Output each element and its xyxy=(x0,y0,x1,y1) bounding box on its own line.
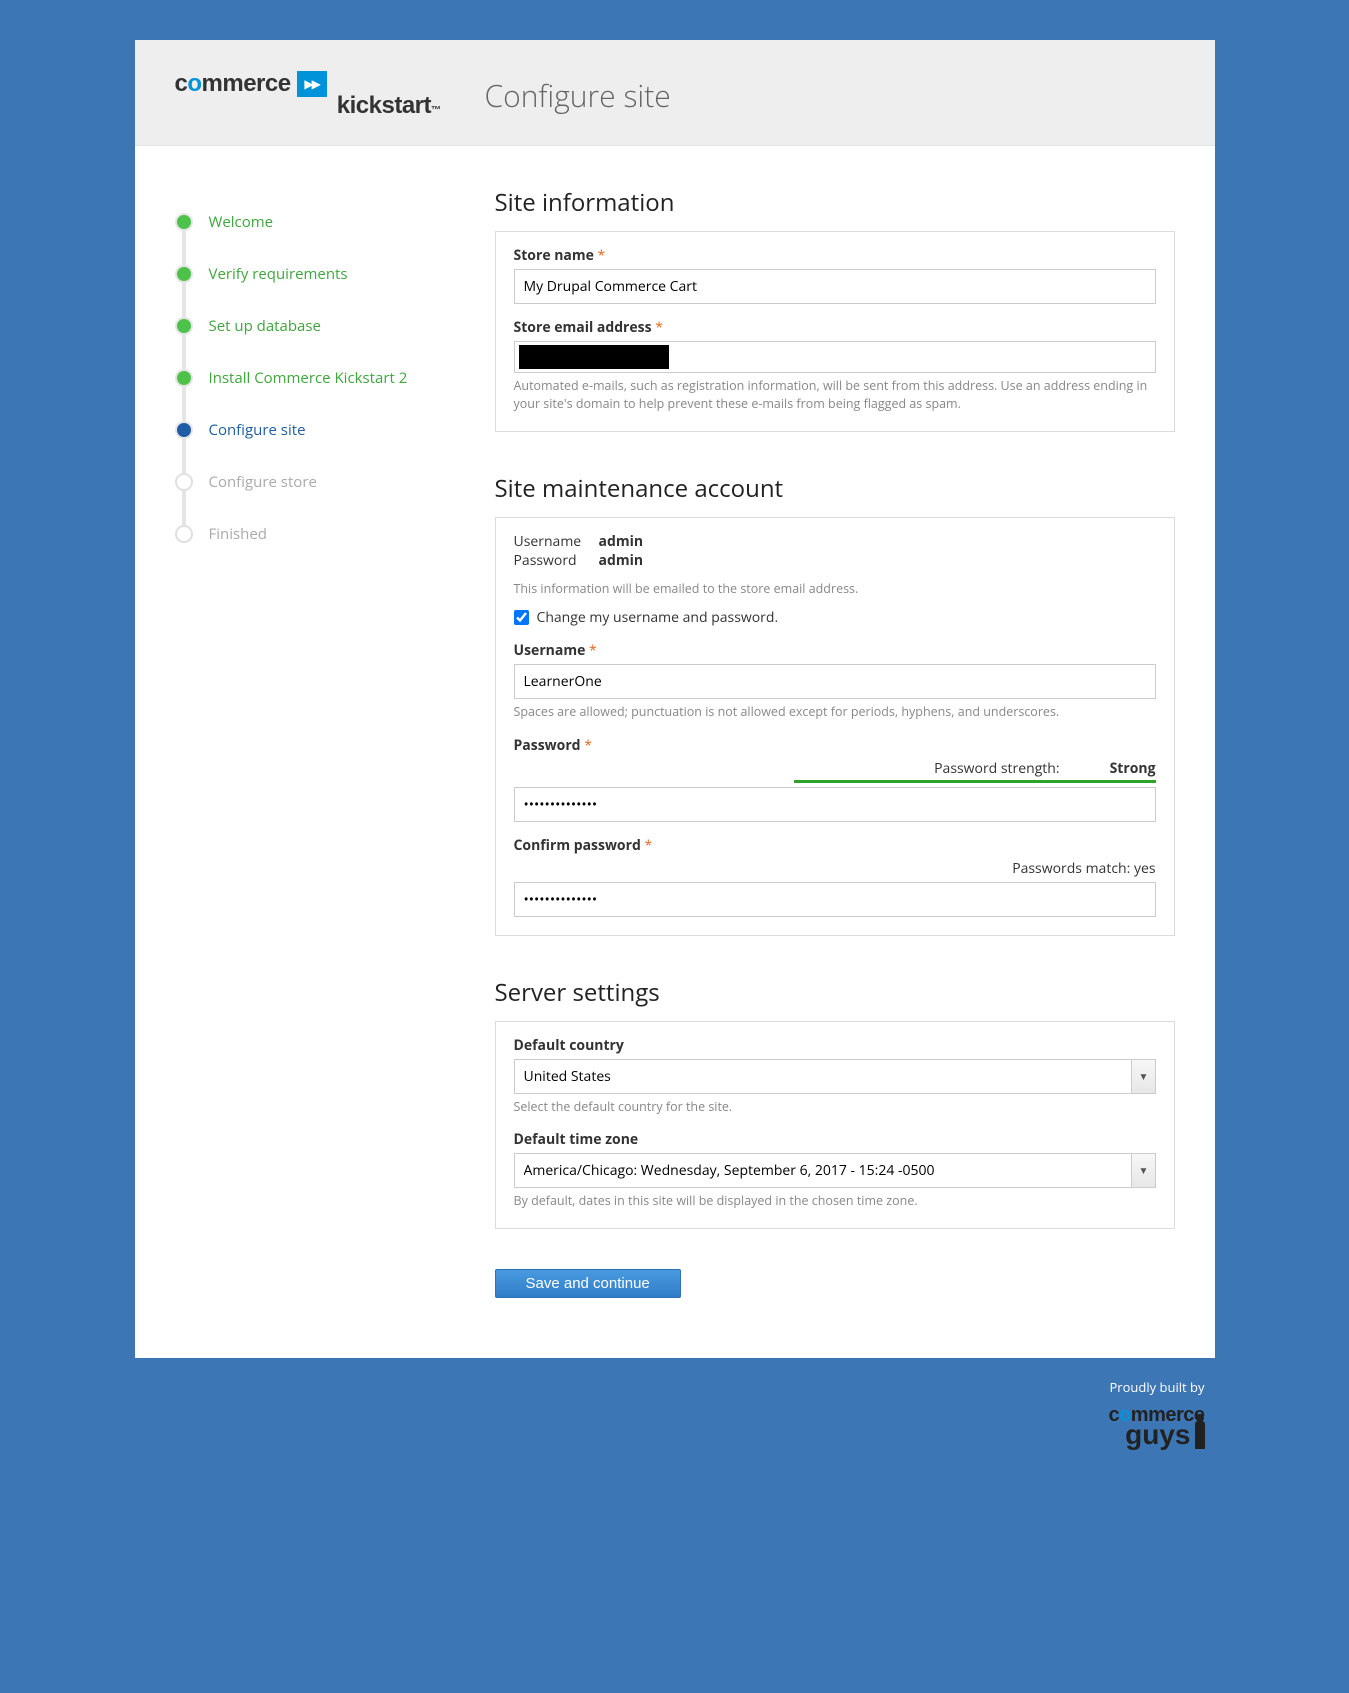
site-info-fieldset: Store name * Store email address * Autom… xyxy=(495,231,1175,432)
maint-fieldset: Username admin Password admin This infor… xyxy=(495,517,1175,935)
store-email-input-wrap[interactable] xyxy=(514,341,1156,373)
default-password-row: Password admin xyxy=(514,551,1156,570)
step-welcome: Welcome xyxy=(175,196,475,248)
step-dot-icon xyxy=(175,265,193,283)
step-dot-icon xyxy=(175,473,193,491)
default-username-row: Username admin xyxy=(514,532,1156,551)
country-help: Select the default country for the site. xyxy=(514,1098,1156,1116)
store-email-label: Store email address * xyxy=(514,318,1156,337)
password-strength-bar xyxy=(794,780,1156,783)
country-label: Default country xyxy=(514,1036,1156,1055)
sidebar: Welcome Verify requirements Set up datab… xyxy=(175,186,475,1298)
change-credentials-label: Change my username and password. xyxy=(537,608,779,627)
save-and-continue-button[interactable]: Save and continue xyxy=(495,1269,681,1298)
page-title: Configure site xyxy=(485,75,671,116)
country-select[interactable] xyxy=(514,1059,1133,1094)
site-info-title: Site information xyxy=(495,186,1175,219)
step-dot-icon xyxy=(175,317,193,335)
chevron-down-icon[interactable]: ▼ xyxy=(1132,1059,1155,1094)
password-strength-label: Password strength: xyxy=(934,759,1059,778)
main-content: Site information Store name * Store emai… xyxy=(475,186,1175,1298)
password-input[interactable] xyxy=(514,787,1156,822)
maint-title: Site maintenance account xyxy=(495,472,1175,505)
tz-help: By default, dates in this site will be d… xyxy=(514,1192,1156,1210)
step-verify: Verify requirements xyxy=(175,248,475,300)
logo-badge-icon: ▶▶ xyxy=(297,71,327,97)
step-database: Set up database xyxy=(175,300,475,352)
store-name-input[interactable] xyxy=(514,269,1156,304)
password-match-label: Passwords match: xyxy=(1012,859,1130,878)
emailed-note: This information will be emailed to the … xyxy=(514,580,1156,598)
tz-select[interactable] xyxy=(514,1153,1133,1188)
header: commerce ▶▶ kickstart™ Configure site xyxy=(135,40,1215,146)
step-dot-icon xyxy=(175,213,193,231)
step-dot-icon xyxy=(175,525,193,543)
server-title: Server settings xyxy=(495,976,1175,1009)
step-configure-store: Configure store xyxy=(175,456,475,508)
logo-commerce-text: commerce xyxy=(175,70,291,98)
proudly-built-by: Proudly built by xyxy=(135,1378,1205,1396)
confirm-password-input[interactable] xyxy=(514,882,1156,917)
step-dot-icon xyxy=(175,421,193,439)
password-match-value: yes xyxy=(1134,859,1156,878)
person-icon xyxy=(1195,1421,1205,1449)
store-email-help: Automated e-mails, such as registration … xyxy=(514,377,1156,413)
store-email-redacted xyxy=(519,345,669,369)
chevron-down-icon[interactable]: ▼ xyxy=(1132,1153,1155,1188)
password-label: Password * xyxy=(514,736,1156,755)
logo: commerce ▶▶ kickstart™ xyxy=(175,70,445,120)
change-credentials-checkbox[interactable] xyxy=(514,610,529,625)
confirm-password-label: Confirm password * xyxy=(514,836,1156,855)
step-finished: Finished xyxy=(175,508,475,560)
step-install: Install Commerce Kickstart 2 xyxy=(175,352,475,404)
server-fieldset: Default country ▼ Select the default cou… xyxy=(495,1021,1175,1229)
tz-label: Default time zone xyxy=(514,1130,1156,1149)
step-configure-site: Configure site xyxy=(175,404,475,456)
footer: Proudly built by commerce guys xyxy=(135,1378,1215,1451)
step-dot-icon xyxy=(175,369,193,387)
commerceguys-logo: commerce guys xyxy=(1108,1404,1204,1451)
username-input[interactable] xyxy=(514,664,1156,699)
password-strength-value: Strong xyxy=(1110,759,1156,778)
install-steps: Welcome Verify requirements Set up datab… xyxy=(175,196,475,560)
store-name-label: Store name * xyxy=(514,246,1156,265)
username-label: Username * xyxy=(514,641,1156,660)
username-help: Spaces are allowed; punctuation is not a… xyxy=(514,703,1156,721)
